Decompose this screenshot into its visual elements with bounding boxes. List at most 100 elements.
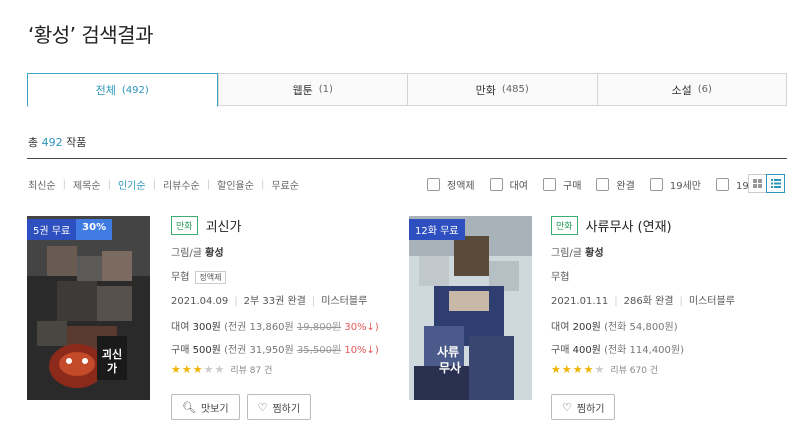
author-name[interactable]: 황성 — [585, 248, 603, 259]
tab-label: 웹툰 — [292, 83, 313, 97]
star-icon: ★ — [181, 363, 192, 376]
svg-text:사류: 사류 — [437, 344, 459, 359]
sort-reviews[interactable]: 리뷰수순 — [163, 177, 200, 192]
magnifier-icon: 🔍︎ — [182, 400, 196, 414]
cover-badges: 12화 무료 — [409, 219, 465, 240]
buy-amount: 500원 — [192, 345, 221, 356]
filter-label: 완결 — [616, 181, 635, 192]
subscription-tag: 정액제 — [195, 271, 226, 284]
tab-label: 소설 — [671, 83, 692, 97]
view-toggle — [748, 174, 785, 193]
checkbox[interactable] — [715, 178, 729, 191]
rent-price: 대여 300원 (전권 13,860원 19,800원 30%↓) — [171, 318, 379, 333]
total-prefix: 총 — [28, 136, 39, 149]
sort-popular[interactable]: 인기순 — [118, 177, 146, 192]
button-label: 찜하기 — [576, 403, 605, 415]
buy-original: 35,500원 — [296, 345, 342, 356]
svg-text:괴신: 괴신 — [102, 347, 122, 361]
tab-all[interactable]: 전체 (492) — [27, 73, 218, 107]
filter-subscription[interactable]: 정액제 — [427, 177, 475, 192]
buy-total: (전권 31,950원 — [224, 345, 294, 356]
star-icon: ★ — [572, 363, 583, 376]
author-line: 그림/글 황성 — [171, 244, 379, 259]
total-suffix: 작품 — [66, 136, 87, 149]
filter-options: 정액제 대여 구매 완결 19세만 19세 제외 — [427, 177, 794, 192]
filter-label: 19세만 — [669, 181, 701, 192]
filter-rent[interactable]: 대여 — [489, 177, 529, 192]
filter-label: 정액제 — [447, 181, 475, 192]
separator: | — [206, 179, 211, 190]
discount-badge: 30% — [76, 219, 113, 240]
star-icon: ★ — [561, 363, 572, 376]
buy-total: (전화 114,400원) — [604, 345, 685, 356]
category-line: 무협 정액제 — [171, 268, 379, 284]
grid-view-button[interactable] — [748, 174, 767, 193]
checkbox[interactable] — [649, 178, 663, 191]
star-icon: ★ — [203, 363, 214, 376]
author-name[interactable]: 황성 — [205, 248, 223, 259]
separator: | — [152, 179, 156, 190]
rent-amount: 300원 — [192, 322, 221, 333]
buy-amount: 400원 — [572, 345, 601, 356]
tab-label: 만화 — [475, 83, 496, 97]
release-date: 2021.01.11 — [551, 296, 609, 307]
star-icon: ★ — [214, 363, 225, 376]
svg-text:무사: 무사 — [439, 360, 461, 375]
book-title[interactable]: 괴신가 — [206, 216, 242, 235]
tab-novel[interactable]: 소설 (6) — [596, 74, 786, 105]
tab-webtoon[interactable]: 웹툰 (1) — [217, 74, 407, 105]
wishlist-button[interactable]: ♡ 찜하기 — [246, 394, 312, 420]
sort-discount[interactable]: 할인율순 — [217, 177, 254, 192]
sort-latest[interactable]: 최신순 — [28, 177, 56, 192]
list-view-icon — [770, 179, 781, 188]
filter-buy[interactable]: 구매 — [543, 177, 581, 192]
book-cover[interactable]: 괴신 가 5권 무료 30% — [27, 216, 150, 400]
category: 무협 — [551, 272, 570, 283]
category-tabs: 전체 (492) 웹툰 (1) 만화 (485) 소설 (6) — [27, 73, 787, 107]
filter-label: 구매 — [563, 181, 582, 192]
filter-label: 대여 — [509, 181, 529, 192]
list-view-button[interactable] — [766, 174, 785, 193]
total-count: 492 — [41, 136, 63, 149]
filter-adult-only[interactable]: 19세만 — [649, 177, 701, 192]
free-badge: 5권 무료 — [27, 219, 77, 240]
free-badge: 12화 무료 — [409, 219, 465, 240]
category: 무협 — [171, 272, 190, 283]
preview-button[interactable]: 🔍︎ 맛보기 — [171, 394, 240, 420]
star-icon: ★ — [171, 363, 181, 376]
cover-art: 괴신 가 — [27, 216, 150, 400]
sort-title[interactable]: 제목순 — [73, 177, 101, 192]
buy-discount: 10%↓) — [344, 345, 379, 356]
buy-price: 구매 500원 (전권 31,950원 35,500원 10%↓) — [171, 341, 379, 356]
star-icon: ★ — [583, 363, 594, 376]
rating-stars: ★ ★ ★ ★ ★ — [551, 363, 605, 376]
rating-stars: ★ ★ ★ ★ ★ — [171, 363, 225, 376]
rent-amount: 200원 — [572, 322, 601, 333]
tab-count: (492) — [121, 84, 149, 96]
book-info: 만화 사류무사 (연재) 그림/글 황성 무협 2021.01.11 | 286화 … — [551, 216, 735, 420]
rent-label: 대여 — [551, 322, 570, 333]
book-cover[interactable]: 사류 무사 12화 무료 — [409, 216, 532, 400]
page-title: ‘황성’ 검색결과 — [28, 23, 153, 47]
checkbox[interactable] — [543, 178, 557, 191]
cover-art: 사류 무사 — [409, 216, 532, 400]
wishlist-button[interactable]: ♡ 찜하기 — [551, 394, 616, 420]
sort-free[interactable]: 무료순 — [271, 177, 299, 192]
button-label: 찜하기 — [272, 403, 301, 415]
review-count[interactable]: 리뷰 87 건 — [230, 363, 272, 376]
release-date: 2021.04.09 — [171, 296, 229, 307]
star-icon: ★ — [192, 363, 203, 376]
checkbox[interactable] — [489, 178, 503, 191]
book-title[interactable]: 사류무사 (연재) — [586, 216, 672, 235]
checkbox[interactable] — [596, 178, 610, 191]
grid-view-icon — [753, 179, 762, 188]
publisher: 미스터블루 — [688, 296, 735, 307]
rating: ★ ★ ★ ★ ★ 리뷰 87 건 — [171, 363, 379, 376]
review-count[interactable]: 리뷰 670 건 — [610, 363, 658, 376]
separator: | — [107, 179, 111, 190]
tab-count: (6) — [697, 84, 712, 95]
checkbox[interactable] — [427, 178, 440, 191]
author-label: 그림/글 — [551, 248, 582, 259]
tab-comic[interactable]: 만화 (485) — [407, 74, 597, 105]
filter-complete[interactable]: 완결 — [596, 177, 635, 192]
